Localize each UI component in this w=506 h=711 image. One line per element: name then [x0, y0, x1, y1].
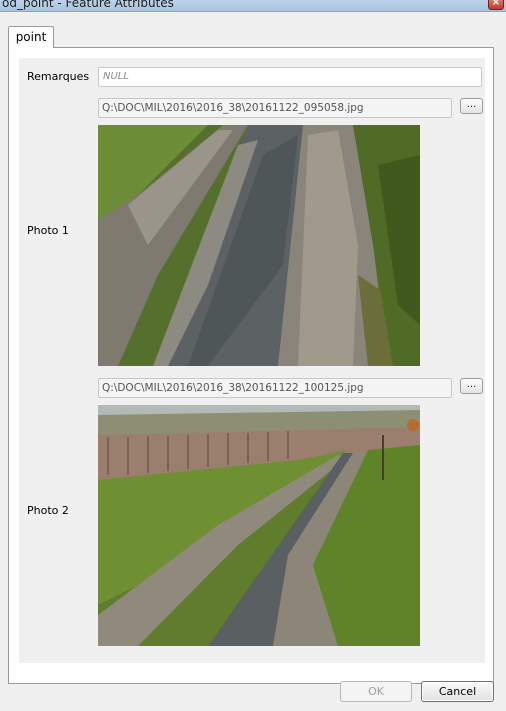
photo1-canal-picture — [98, 125, 420, 366]
form-area: Remarques NULL Q:\DOC\MIL\2016\2016_38\2… — [19, 58, 485, 663]
remarques-label: Remarques — [27, 70, 90, 83]
photo2-browse-button[interactable]: ... — [460, 378, 483, 394]
photo1-path-field[interactable]: Q:\DOC\MIL\2016\2016_38\20161122_095058.… — [98, 98, 452, 118]
dialog-body: point Remarques NULL Q:\DOC\MIL\2016\201… — [0, 12, 506, 711]
close-icon[interactable]: × — [488, 0, 504, 10]
tab-point[interactable]: point — [8, 26, 54, 48]
photo1-label: Photo 1 — [27, 224, 69, 237]
photo1-browse-button[interactable]: ... — [460, 98, 483, 114]
photo2-path-field[interactable]: Q:\DOC\MIL\2016\2016_38\20161122_100125.… — [98, 378, 452, 398]
cancel-button[interactable]: Cancel — [421, 681, 494, 702]
ok-button[interactable]: OK — [340, 681, 412, 702]
window-title: od_point - Feature Attributes — [2, 0, 174, 10]
photo2-label: Photo 2 — [27, 504, 69, 517]
photo2-image[interactable] — [98, 405, 420, 646]
photo1-image[interactable] — [98, 125, 420, 366]
photo2-vineyard-picture — [98, 405, 420, 646]
remarques-field[interactable]: NULL — [98, 67, 482, 87]
tab-panel: Remarques NULL Q:\DOC\MIL\2016\2016_38\2… — [8, 47, 494, 684]
title-bar: od_point - Feature Attributes × — [0, 0, 506, 12]
